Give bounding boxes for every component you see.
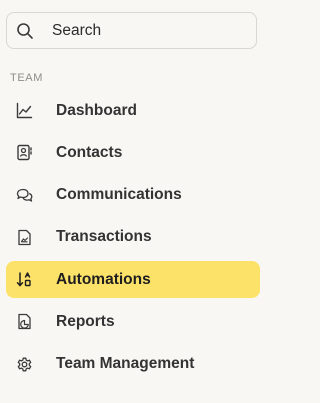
sidebar-item-communications[interactable]: Communications [6,177,260,214]
section-label-team: TEAM [10,72,43,84]
sidebar-item-dashboard[interactable]: Dashboard [6,92,260,129]
search-box[interactable] [6,12,257,49]
search-icon [16,22,34,40]
report-document-icon [16,313,33,330]
sidebar-item-label: Automations [56,270,151,288]
sidebar-item-transactions[interactable]: Transactions [6,219,260,256]
chart-line-icon [16,102,33,119]
sidebar-item-team-management[interactable]: Team Management [6,346,260,383]
sidebar-item-label: Team Management [56,355,195,373]
document-image-icon [16,229,33,246]
sidebar-item-label: Contacts [56,143,123,161]
sidebar-item-label: Transactions [56,228,152,246]
search-input[interactable] [52,13,247,48]
sidebar-item-contacts[interactable]: Contacts [6,134,260,171]
sidebar-item-automations[interactable]: Automations [6,261,260,299]
sidebar-item-reports[interactable]: Reports [6,303,260,340]
sort-arrows-icon [16,271,33,288]
contact-card-icon [16,144,33,161]
gear-icon [16,356,33,373]
sidebar-item-label: Communications [56,186,182,204]
chat-bubbles-icon [16,187,33,204]
sidebar-nav: Dashboard Contacts Communications Transa… [6,92,260,388]
sidebar-item-label: Reports [56,312,115,330]
sidebar-item-label: Dashboard [56,101,137,119]
